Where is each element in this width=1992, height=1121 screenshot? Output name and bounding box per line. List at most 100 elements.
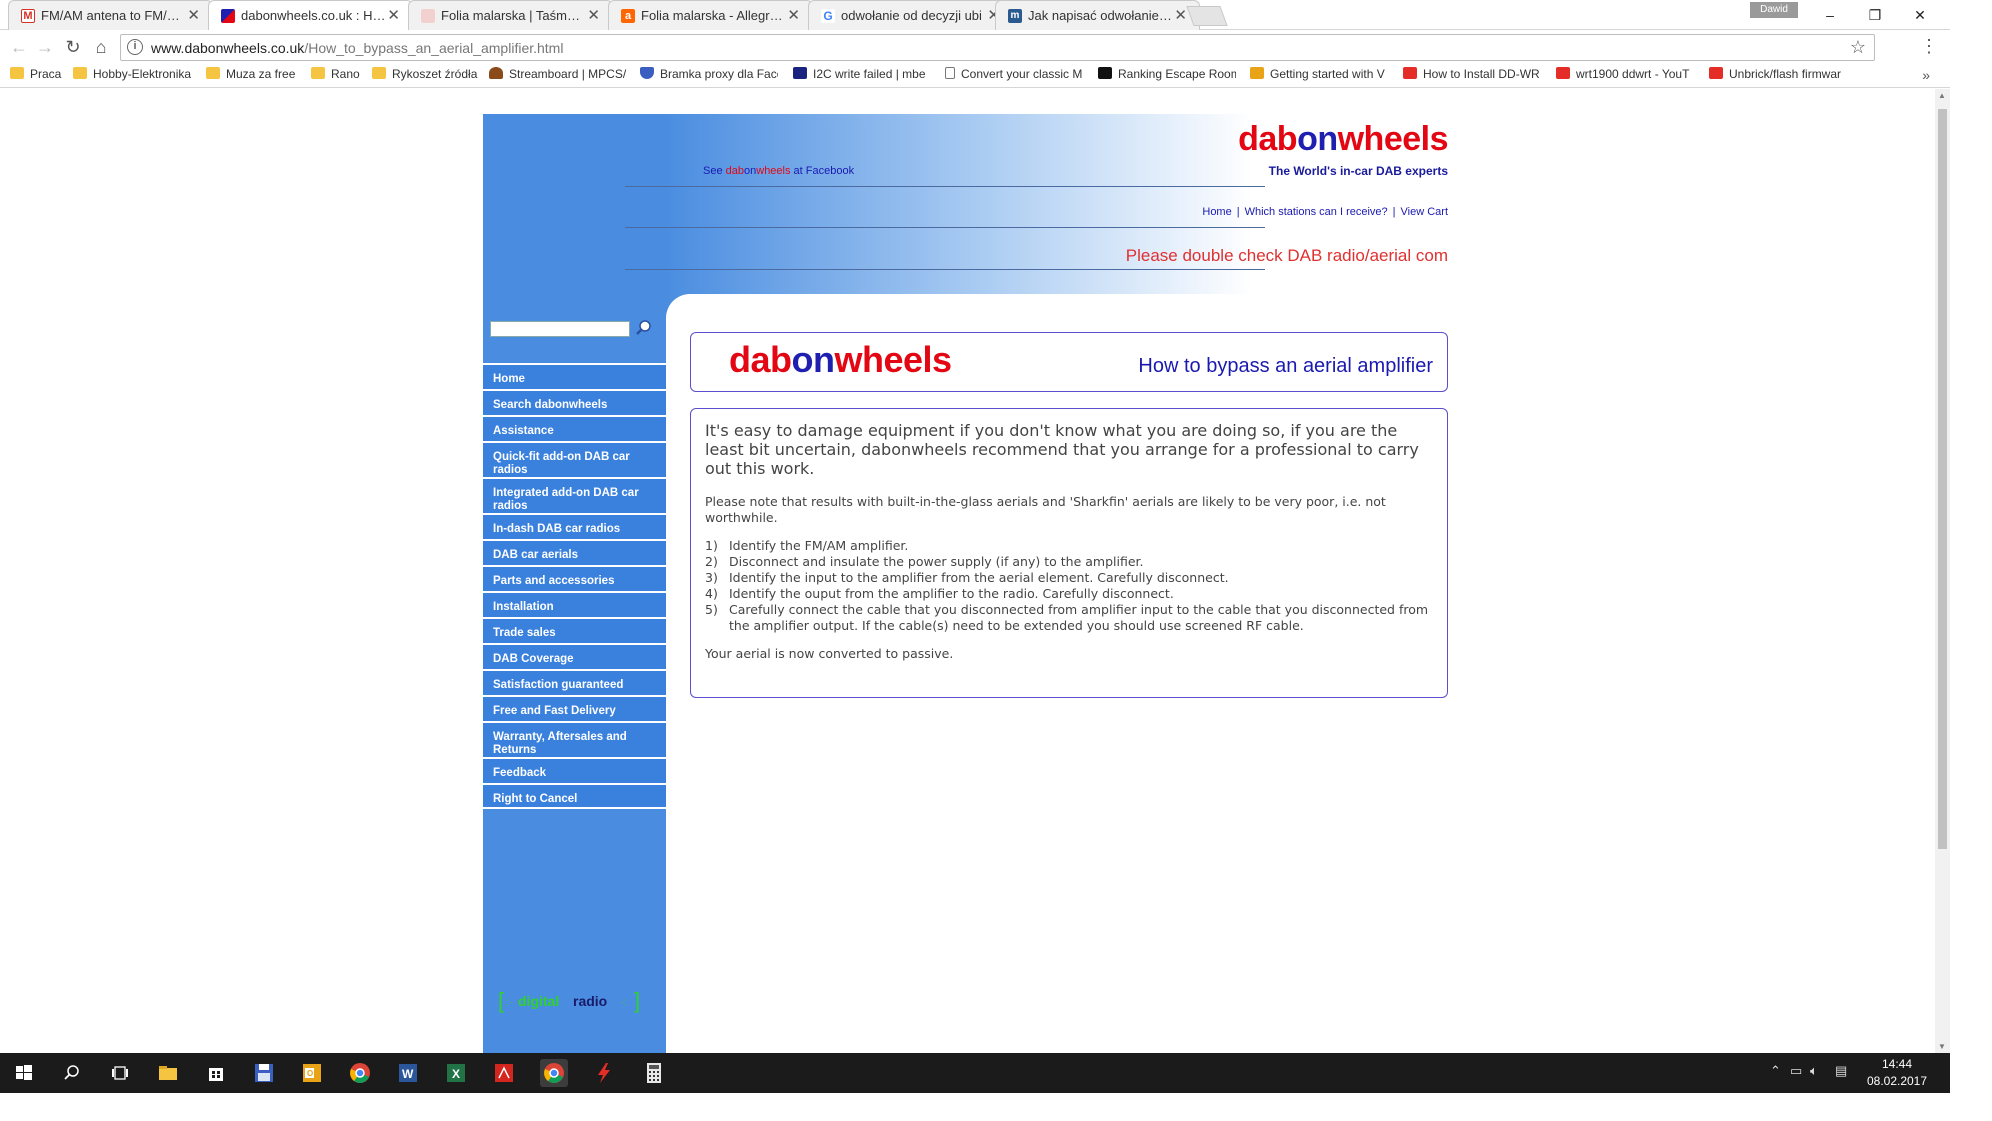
close-window-button[interactable]: ✕ (1905, 4, 1935, 26)
store-icon[interactable] (202, 1059, 230, 1087)
bookmark-i2c-write-failed[interactable]: I2C write failed | mbe (793, 67, 931, 85)
close-tab-icon[interactable]: ✕ (187, 6, 200, 24)
screen: M FM/AM antena to FM/AM ✕ dabonwheels.co… (0, 0, 1992, 1121)
search-icon[interactable] (58, 1059, 86, 1087)
scroll-down-icon[interactable]: ▼ (1938, 1042, 1946, 1051)
facebook-link[interactable]: See dabonwheels at Facebook (703, 165, 854, 177)
step-text: Carefully connect the cable that you dis… (729, 602, 1429, 633)
search-input[interactable] (490, 321, 630, 337)
bookmark-streamboard[interactable]: Streamboard | MPCS/ (489, 67, 627, 85)
calculator-icon[interactable] (640, 1059, 668, 1087)
bookmark-label: Hobby-Elektronika (93, 67, 192, 81)
bookmark-muza-za-free[interactable]: Muza za free (206, 67, 306, 85)
bookmark-ranking-escape-room[interactable]: Ranking Escape Room (1098, 67, 1236, 85)
tab-google-search[interactable]: G odwołanie od decyzji ubi ✕ (808, 0, 1013, 30)
sidebar-item-trade-sales[interactable]: Trade sales (483, 617, 666, 643)
list-item: 2) Disconnect and insulate the power supp… (705, 554, 1433, 570)
back-arrow-icon[interactable]: ← (8, 36, 30, 58)
outlook-icon[interactable]: O (298, 1059, 326, 1087)
site-icon (793, 67, 807, 79)
tab-folia-malarska[interactable]: Folia malarska | Taśmy Fo ✕ (408, 0, 613, 30)
sidebar-item-installation[interactable]: Installation (483, 591, 666, 617)
tab-dabonwheels[interactable]: dabonwheels.co.uk : How ✕ (208, 0, 413, 30)
nav-stations-link[interactable]: Which stations can I receive? (1245, 206, 1388, 218)
bookmark-rykoszet-zrodla[interactable]: Rykoszet źródła (372, 67, 484, 85)
close-tab-icon[interactable]: ✕ (387, 6, 400, 24)
restore-button[interactable]: ❐ (1860, 4, 1890, 26)
page-title: How to bypass an aerial amplifier (1138, 355, 1433, 377)
bookmark-bramka-proxy[interactable]: Bramka proxy dla Face (640, 67, 778, 85)
browser-menu-icon[interactable]: ⋮ (1920, 36, 1938, 57)
tab-gmail[interactable]: M FM/AM antena to FM/AM ✕ (8, 0, 213, 30)
tab-jak-napisac[interactable]: m Jak napisać odwołanie od ✕ (995, 0, 1200, 30)
close-tab-icon[interactable]: ✕ (1174, 6, 1187, 24)
sidebar-item-assistance[interactable]: Assistance (483, 415, 666, 441)
bookmark-praca[interactable]: Praca (10, 67, 68, 85)
forward-arrow-icon[interactable]: → (34, 36, 56, 58)
network-icon[interactable]: ▭ (1790, 1063, 1802, 1079)
sidebar-item-coverage[interactable]: DAB Coverage (483, 643, 666, 669)
file-explorer-icon[interactable] (154, 1059, 182, 1087)
bookmark-label: I2C write failed | mbe (813, 67, 926, 81)
close-tab-icon[interactable]: ✕ (587, 6, 600, 24)
sidebar-item-delivery[interactable]: Free and Fast Delivery (483, 695, 666, 721)
sidebar-item-quick-fit[interactable]: Quick-fit add-on DAB car radios (483, 441, 666, 477)
info-icon[interactable]: i (127, 39, 143, 55)
clock-date[interactable]: 08.02.2017 (1862, 1074, 1932, 1088)
excel-icon[interactable]: X (442, 1059, 470, 1087)
bookmark-convert-classic[interactable]: Convert your classic M (945, 67, 1083, 85)
bookmark-star-icon[interactable]: ☆ (1850, 37, 1866, 58)
bookmark-label: Getting started with V (1270, 67, 1385, 81)
windows-start-icon[interactable] (10, 1059, 38, 1087)
step-number: 5) (705, 602, 718, 617)
search-icon[interactable] (635, 319, 653, 337)
notification-icon[interactable]: ▤ (1835, 1063, 1847, 1079)
tab-allegro[interactable]: a Folia malarska - Allegro.p ✕ (608, 0, 813, 30)
sidebar-item-integrated[interactable]: Integrated add-on DAB car radios (483, 477, 666, 513)
scrollbar-thumb[interactable] (1938, 109, 1947, 849)
sidebar-item-aerials[interactable]: DAB car aerials (483, 539, 666, 565)
vertical-scrollbar[interactable]: ▲ ▼ (1935, 89, 1950, 1053)
task-view-icon[interactable] (106, 1059, 134, 1087)
bookmark-wrt1900-ddwrt[interactable]: wrt1900 ddwrt - YouT (1556, 67, 1694, 85)
page-icon (945, 67, 955, 79)
chrome-icon[interactable] (346, 1059, 374, 1087)
word-icon[interactable]: W (394, 1059, 422, 1087)
clock-time[interactable]: 14:44 (1862, 1057, 1932, 1071)
step-text: Identify the FM/AM amplifier. (729, 538, 909, 553)
new-tab-button[interactable] (1186, 6, 1228, 26)
bookmark-rano[interactable]: Rano (311, 67, 367, 85)
tray-chevron-up-icon[interactable]: ⌃ (1770, 1063, 1781, 1079)
home-icon[interactable]: ⌂ (90, 36, 112, 58)
sidebar-item-satisfaction[interactable]: Satisfaction guaranteed (483, 669, 666, 695)
volume-icon[interactable]: 🔈︎ (1810, 1063, 1818, 1079)
step-number: 2) (705, 554, 718, 569)
bookmark-label: How to Install DD-WR (1423, 67, 1540, 81)
sidebar-item-home[interactable]: Home (483, 363, 666, 389)
nav-view-cart-link[interactable]: View Cart (1401, 206, 1448, 218)
digital-radio-logo[interactable]: [ :· digital radio ·: ] (498, 984, 648, 1018)
reload-icon[interactable]: ↻ (62, 36, 84, 58)
sidebar-item-search[interactable]: Search dabonwheels (483, 389, 666, 415)
bookmark-getting-started[interactable]: Getting started with V (1250, 67, 1388, 85)
sidebar-item-feedback[interactable]: Feedback (483, 757, 666, 783)
bookmark-install-ddwrt[interactable]: How to Install DD-WR (1403, 67, 1541, 85)
close-tab-icon[interactable]: ✕ (787, 6, 800, 24)
flash-app-icon[interactable] (590, 1059, 618, 1087)
header-brand-logo[interactable]: dabonwheels (1238, 120, 1448, 159)
sidebar-item-warranty[interactable]: Warranty, Aftersales and Returns (483, 721, 666, 757)
address-bar[interactable]: i www.dabonwheels.co.uk/How_to_bypass_an… (120, 34, 1875, 61)
chrome-active-icon[interactable] (540, 1059, 568, 1087)
acrobat-icon[interactable] (490, 1059, 518, 1087)
save-app-icon[interactable] (250, 1059, 278, 1087)
nav-home-link[interactable]: Home (1202, 206, 1231, 218)
bookmark-hobby-elektronika[interactable]: Hobby-Elektronika (73, 67, 201, 85)
user-profile-badge[interactable]: Dawid (1750, 2, 1798, 18)
minimize-button[interactable]: – (1815, 4, 1845, 26)
bookmark-unbrick-flash[interactable]: Unbrick/flash firmwar (1709, 67, 1847, 85)
sidebar-item-right-to-cancel[interactable]: Right to Cancel (483, 783, 666, 809)
sidebar-item-parts[interactable]: Parts and accessories (483, 565, 666, 591)
bookmarks-overflow-button[interactable]: » (1922, 67, 1930, 83)
sidebar-item-in-dash[interactable]: In-dash DAB car radios (483, 513, 666, 539)
scroll-up-icon[interactable]: ▲ (1938, 91, 1946, 100)
